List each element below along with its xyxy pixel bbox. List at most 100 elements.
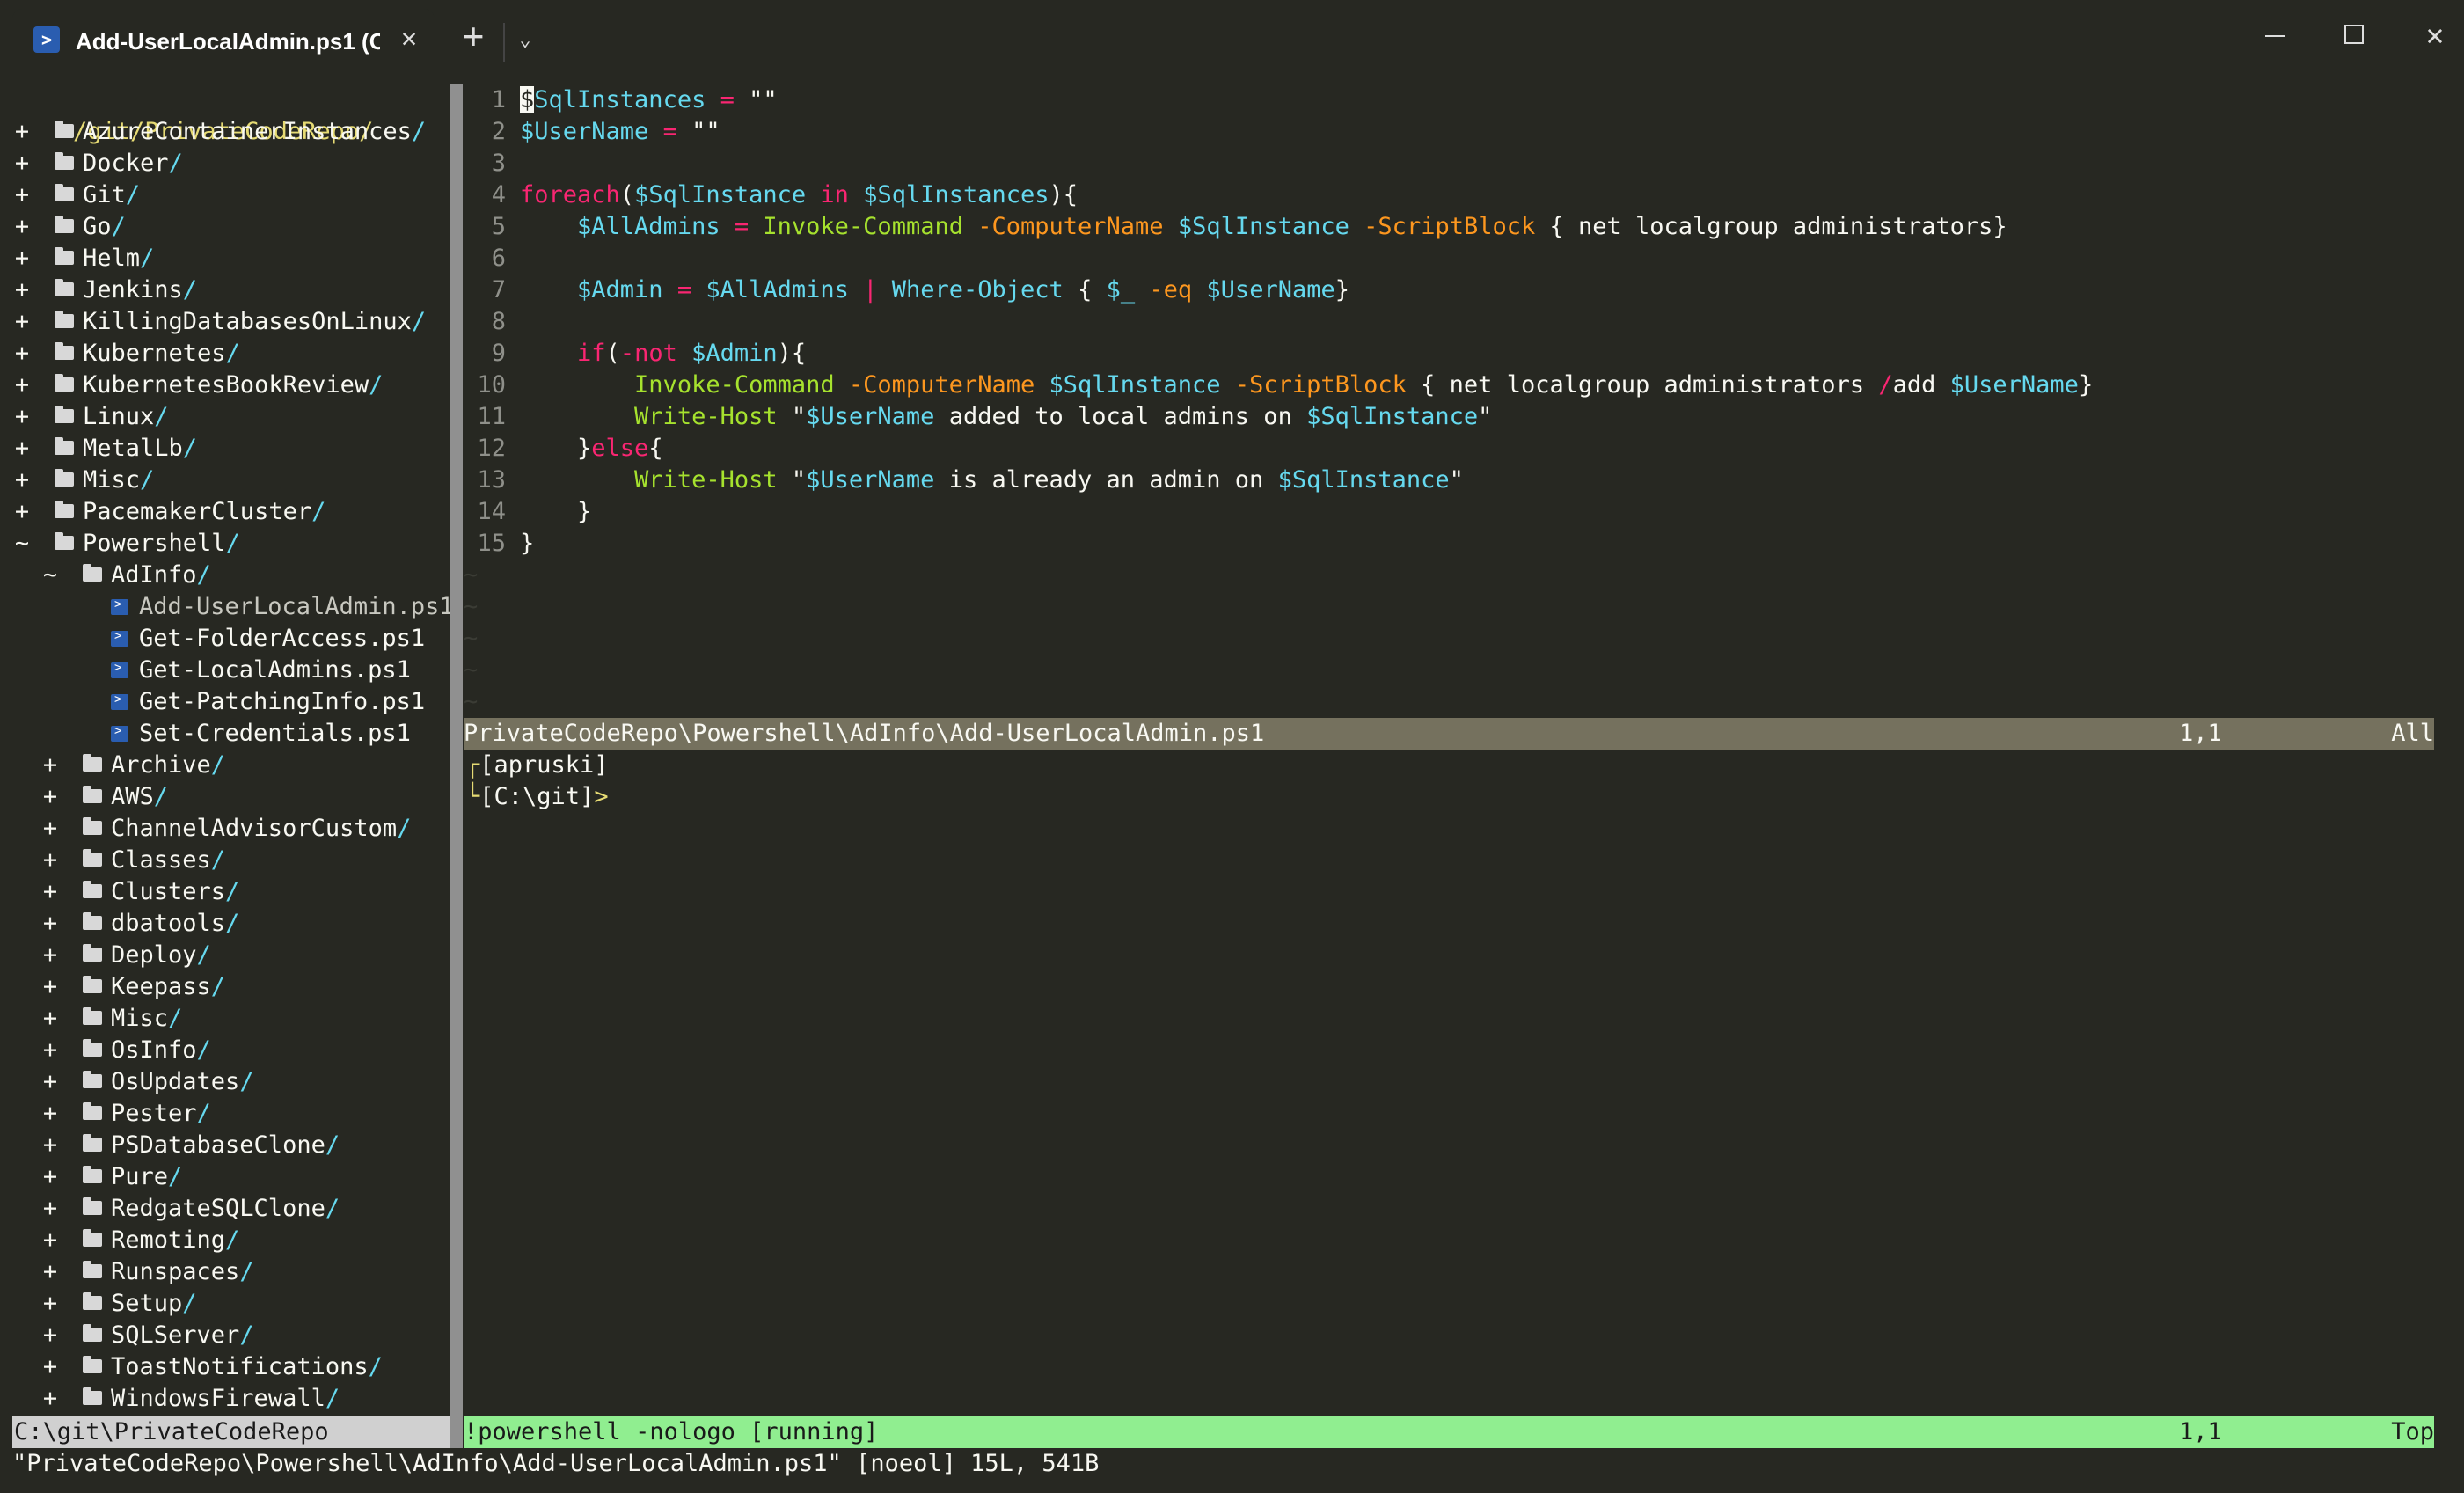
tree-folder[interactable]: + OsUpdates/ [0, 1066, 449, 1098]
code-line[interactable]: 14 } [464, 496, 591, 528]
tree-folder[interactable]: ~ Powershell/ [0, 528, 449, 560]
expand-icon[interactable]: + [40, 1225, 60, 1256]
expand-icon[interactable]: + [40, 1098, 60, 1130]
code-line[interactable]: 15} [464, 528, 534, 560]
expand-icon[interactable]: + [40, 971, 60, 1003]
tree-folder[interactable]: + Runspaces/ [0, 1256, 449, 1288]
tree-folder[interactable]: + dbatools/ [0, 908, 449, 940]
code-line[interactable]: 5 $AllAdmins = Invoke-Command -ComputerN… [464, 211, 2007, 243]
expand-icon[interactable]: + [40, 1351, 60, 1383]
code-line[interactable]: 4 foreach($SqlInstance in $SqlInstances){ [464, 179, 1078, 211]
terminal-pane[interactable]: ┌[apruski] └[C:\git]> [464, 750, 2434, 1415]
tree-folder[interactable]: + Archive/ [0, 750, 449, 781]
expand-icon[interactable]: + [40, 1161, 60, 1193]
code-editor[interactable]: 1 $SqlInstances = "" 2 $UserName = "" 3 4 fore… [464, 84, 2434, 718]
tree-folder[interactable]: + Pure/ [0, 1161, 449, 1193]
code-line[interactable]: 6 [464, 243, 506, 274]
code-line[interactable]: 13 Write-Host "$UserName is already an a… [464, 465, 1463, 496]
tree-folder[interactable]: + Linux/ [0, 401, 449, 433]
tree-folder[interactable]: + PSDatabaseClone/ [0, 1130, 449, 1161]
collapse-icon[interactable]: ~ [12, 528, 32, 560]
tree-file[interactable]: Get-FolderAccess.ps1 [0, 620, 449, 655]
expand-icon[interactable]: + [40, 1003, 60, 1035]
tree-root-path[interactable]: /git/PrivateCodeRepo/ [16, 84, 464, 145]
tree-folder[interactable]: + Classes/ [0, 845, 449, 876]
tree-folder[interactable]: + Misc/ [0, 1003, 449, 1035]
code-line[interactable]: 1 $SqlInstances = "" [464, 84, 778, 116]
tree-folder[interactable]: + Jenkins/ [0, 274, 449, 306]
tab-active[interactable]: > Add-UserLocalAdmin.ps1 (C:\g ✕ [12, 9, 435, 69]
tree-folder[interactable]: + KubernetesBookReview/ [0, 370, 449, 401]
tree-folder[interactable]: + Misc/ [0, 465, 449, 496]
expand-icon[interactable]: + [40, 1066, 60, 1098]
tree-folder[interactable]: + Go/ [0, 211, 449, 243]
tree-file[interactable]: Set-Credentials.ps1 [0, 715, 449, 750]
expand-icon[interactable]: + [40, 813, 60, 845]
collapse-icon[interactable]: ~ [40, 560, 60, 591]
expand-icon[interactable]: + [40, 781, 60, 813]
expand-icon[interactable]: + [12, 401, 32, 433]
pane-splitter[interactable] [450, 84, 463, 1448]
code-line[interactable]: 11 Write-Host "$UserName added to local … [464, 401, 1492, 433]
tree-folder[interactable]: + Keepass/ [0, 971, 449, 1003]
expand-icon[interactable]: + [40, 1383, 60, 1415]
tree-folder[interactable]: + ToastNotifications/ [0, 1351, 449, 1383]
expand-icon[interactable]: + [40, 1130, 60, 1161]
maximize-button[interactable] [2328, 12, 2380, 58]
tree-folder[interactable]: + SQLServer/ [0, 1320, 449, 1351]
expand-icon[interactable]: + [40, 940, 60, 971]
tree-folder[interactable]: + Clusters/ [0, 876, 449, 908]
expand-icon[interactable]: + [12, 274, 32, 306]
tree-file[interactable]: Add-UserLocalAdmin.ps1 [0, 589, 454, 623]
tree-folder[interactable]: + MetalLb/ [0, 433, 449, 465]
tree-folder[interactable]: + Git/ [0, 179, 449, 211]
tree-folder[interactable]: + KillingDatabasesOnLinux/ [0, 306, 449, 338]
tree-folder[interactable]: + AzureContainerInstances/ [0, 116, 449, 148]
code-line[interactable]: 8 [464, 306, 506, 338]
tab-dropdown-button[interactable]: ⌄ [512, 23, 538, 58]
close-window-button[interactable]: ✕ [2409, 12, 2461, 58]
expand-icon[interactable]: + [40, 908, 60, 940]
tree-folder[interactable]: + Setup/ [0, 1288, 449, 1320]
expand-icon[interactable]: + [40, 1256, 60, 1288]
expand-icon[interactable]: + [40, 876, 60, 908]
tree-folder[interactable]: + Deploy/ [0, 940, 449, 971]
expand-icon[interactable]: + [12, 148, 32, 179]
tree-file[interactable]: Get-LocalAdmins.ps1 [0, 652, 449, 686]
code-line[interactable]: 9 if(-not $Admin){ [464, 338, 806, 370]
expand-icon[interactable]: + [40, 750, 60, 781]
tree-folder[interactable]: ~ AdInfo/ [0, 560, 449, 591]
expand-icon[interactable]: + [12, 370, 32, 401]
expand-icon[interactable]: + [12, 338, 32, 370]
tree-folder[interactable]: + ChannelAdvisorCustom/ [0, 813, 449, 845]
tree-folder[interactable]: + AWS/ [0, 781, 449, 813]
tree-folder[interactable]: + Pester/ [0, 1098, 449, 1130]
tree-file[interactable]: Get-PatchingInfo.ps1 [0, 684, 449, 718]
minimize-button[interactable] [2248, 12, 2301, 58]
tree-folder[interactable]: + OsInfo/ [0, 1035, 449, 1066]
tree-folder[interactable]: + WindowsFirewall/ [0, 1383, 449, 1415]
expand-icon[interactable]: + [40, 845, 60, 876]
code-line[interactable]: 10 Invoke-Command -ComputerName $SqlInst… [464, 370, 2093, 401]
expand-icon[interactable]: + [12, 116, 32, 148]
expand-icon[interactable]: + [12, 433, 32, 465]
tree-folder[interactable]: + PacemakerCluster/ [0, 496, 449, 528]
expand-icon[interactable]: + [12, 496, 32, 528]
new-tab-button[interactable]: + [456, 18, 491, 56]
expand-icon[interactable]: + [40, 1320, 60, 1351]
expand-icon[interactable]: + [12, 211, 32, 243]
expand-icon[interactable]: + [40, 1193, 60, 1225]
code-line[interactable]: 3 [464, 148, 506, 179]
tree-folder[interactable]: + Docker/ [0, 148, 449, 179]
code-line[interactable]: 12 }else{ [464, 433, 662, 465]
expand-icon[interactable]: + [40, 1035, 60, 1066]
expand-icon[interactable]: + [40, 1288, 60, 1320]
tree-folder[interactable]: + Remoting/ [0, 1225, 449, 1256]
expand-icon[interactable]: + [12, 243, 32, 274]
tab-close-icon[interactable]: ✕ [396, 26, 422, 53]
code-line[interactable]: 7 $Admin = $AllAdmins | Where-Object { $… [464, 274, 1349, 306]
expand-icon[interactable]: + [12, 465, 32, 496]
tree-folder[interactable]: + RedgateSQLClone/ [0, 1193, 449, 1225]
tree-folder[interactable]: + Helm/ [0, 243, 449, 274]
expand-icon[interactable]: + [12, 306, 32, 338]
